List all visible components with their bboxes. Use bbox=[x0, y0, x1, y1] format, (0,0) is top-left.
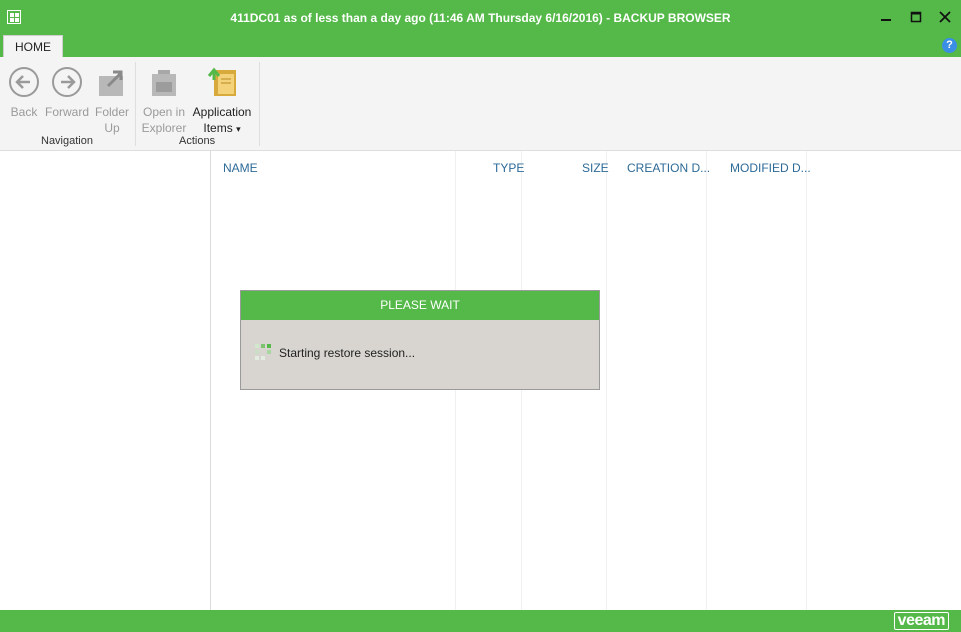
dialog-message: Starting restore session... bbox=[279, 346, 416, 360]
title-bar: 411DC01 as of less than a day ago (11:46… bbox=[0, 0, 961, 35]
application-items-label-line2: Items bbox=[203, 121, 233, 135]
folder-tree-pane[interactable] bbox=[0, 151, 211, 610]
minimize-icon bbox=[881, 19, 891, 21]
folder-up-icon bbox=[99, 70, 123, 96]
folder-up-label-line2: Up bbox=[104, 121, 120, 135]
window-title: 411DC01 as of less than a day ago (11:46… bbox=[230, 11, 731, 25]
dialog-title: PLEASE WAIT bbox=[241, 291, 599, 320]
column-header-modified-date[interactable]: MODIFIED D... bbox=[730, 161, 811, 175]
column-divider bbox=[706, 151, 707, 610]
column-header-size[interactable]: SIZE bbox=[582, 161, 609, 175]
close-button[interactable] bbox=[936, 8, 954, 26]
open-in-explorer-button[interactable]: Open in Explorer bbox=[141, 66, 187, 136]
column-divider bbox=[606, 151, 607, 610]
ribbon-separator bbox=[135, 62, 136, 146]
folder-up-button[interactable]: Folder Up bbox=[93, 66, 131, 136]
column-header-type[interactable]: TYPE bbox=[493, 161, 524, 175]
group-label-actions: Actions bbox=[179, 135, 216, 147]
minimize-button[interactable] bbox=[877, 8, 895, 26]
back-label: Back bbox=[10, 105, 38, 119]
chevron-down-icon: ▾ bbox=[236, 124, 241, 134]
column-header-creation-date[interactable]: CREATION D... bbox=[627, 161, 710, 175]
group-label-navigation: Navigation bbox=[41, 135, 93, 147]
open-in-explorer-label-line2: Explorer bbox=[141, 121, 187, 135]
arrow-left-icon bbox=[9, 67, 39, 97]
help-icon[interactable]: ? bbox=[942, 38, 957, 53]
tab-home[interactable]: HOME bbox=[3, 35, 63, 58]
folder-up-label-line1: Folder bbox=[94, 105, 129, 119]
back-button[interactable]: Back bbox=[6, 66, 42, 120]
column-divider bbox=[806, 151, 807, 610]
application-items-label-line1: Application bbox=[192, 105, 252, 119]
please-wait-dialog: PLEASE WAIT Starting restore session... bbox=[240, 290, 600, 390]
ribbon-separator bbox=[259, 62, 260, 146]
open-explorer-icon bbox=[152, 70, 176, 96]
maximize-button[interactable] bbox=[907, 8, 925, 26]
status-bar: veeam bbox=[0, 610, 961, 632]
application-items-icon bbox=[207, 67, 236, 96]
column-header-name[interactable]: NAME bbox=[223, 161, 258, 175]
close-icon bbox=[939, 11, 951, 23]
arrow-right-icon bbox=[52, 67, 82, 97]
application-items-button[interactable]: Application Items ▾ bbox=[189, 66, 255, 137]
ribbon-tab-strip bbox=[0, 35, 961, 57]
forward-label: Forward bbox=[45, 105, 90, 119]
forward-button[interactable]: Forward bbox=[45, 66, 89, 120]
loading-spinner-icon bbox=[255, 344, 271, 360]
open-in-explorer-label-line1: Open in bbox=[142, 105, 186, 119]
maximize-icon bbox=[910, 11, 922, 23]
veeam-logo: veeam bbox=[893, 612, 949, 630]
